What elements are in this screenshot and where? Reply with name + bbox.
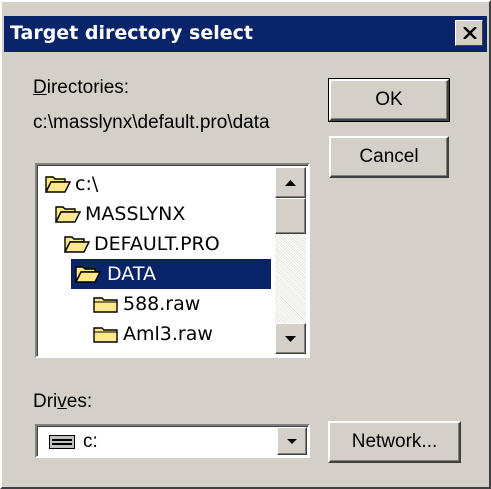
directory-item-label: Aml3.raw — [123, 323, 213, 345]
chevron-down-icon — [287, 439, 297, 444]
directories-label-accesskey: D — [33, 77, 47, 98]
close-button[interactable] — [455, 20, 483, 46]
drives-label-pre: Dri — [33, 391, 58, 412]
target-directory-dialog: Target directory select Directories: c:\… — [0, 0, 491, 489]
directory-item-label: DATA — [107, 263, 156, 285]
drives-dropdown-button[interactable] — [277, 427, 307, 455]
network-button[interactable]: Network... — [328, 421, 461, 463]
directories-label-text: irectories: — [46, 77, 130, 98]
drives-label: Drives: — [33, 391, 92, 413]
directories-label: Directories: — [33, 77, 129, 99]
folder-icon — [93, 297, 118, 313]
open-folder-icon — [45, 176, 71, 193]
cancel-button[interactable]: Cancel — [329, 136, 449, 178]
directory-scrollbar[interactable] — [275, 167, 306, 354]
directory-item-label: c:\ — [75, 173, 99, 195]
directory-item-label: 588.raw — [123, 293, 201, 315]
close-icon — [463, 27, 477, 39]
directory-list[interactable]: c:\ MASSLYNX DEFAULT.PRO DATA 588.raw Aml3.ra… — [35, 163, 310, 358]
window-title: Target directory select — [10, 22, 253, 44]
scroll-down-button[interactable] — [275, 323, 306, 354]
drives-label-post: es: — [66, 391, 93, 412]
drives-label-accesskey: v — [57, 391, 67, 412]
drives-select[interactable]: c: — [35, 424, 310, 458]
title-bar: Target directory select — [4, 16, 487, 52]
directory-item[interactable]: DATA — [71, 259, 271, 289]
directory-item-label: MASSLYNX — [85, 203, 186, 225]
open-folder-icon — [75, 266, 101, 283]
open-folder-icon — [55, 206, 81, 223]
scroll-up-button[interactable] — [275, 167, 306, 198]
drives-selected-value: c: — [83, 431, 98, 452]
ok-button[interactable]: OK — [328, 78, 450, 122]
open-folder-icon — [64, 236, 90, 253]
directory-item-label: DEFAULT.PRO — [94, 233, 220, 255]
folder-icon — [93, 327, 118, 343]
drive-icon — [49, 435, 75, 449]
scroll-thumb[interactable] — [275, 198, 306, 234]
up-arrow-icon — [285, 180, 296, 186]
down-arrow-icon — [285, 336, 296, 342]
current-path: c:\masslynx\default.pro\data — [33, 112, 270, 133]
